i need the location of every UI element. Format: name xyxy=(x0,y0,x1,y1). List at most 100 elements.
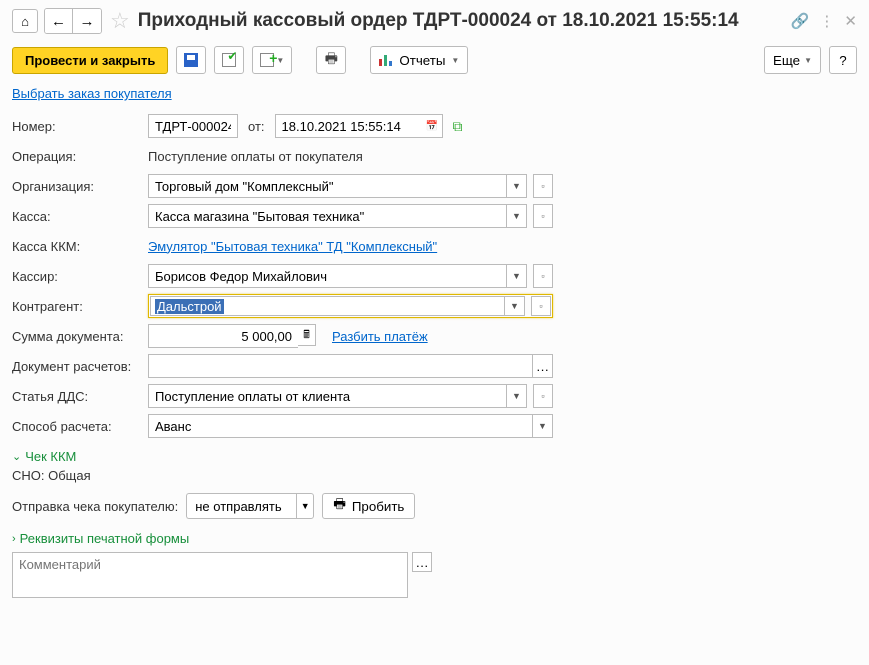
chevron-down-icon: ▼ xyxy=(512,391,521,401)
chevron-right-icon: › xyxy=(12,533,16,545)
cashbox-input[interactable] xyxy=(148,204,507,228)
organization-input[interactable] xyxy=(148,174,507,198)
split-payment-link[interactable]: Разбить платёж xyxy=(332,329,428,344)
kkm-link[interactable]: Эмулятор "Бытовая техника" ТД "Комплексн… xyxy=(148,239,437,254)
send-check-label: Отправка чека покупателю: xyxy=(12,499,178,514)
calendar-icon: 📅 xyxy=(426,121,438,132)
chart-icon xyxy=(379,54,393,66)
post-icon xyxy=(222,53,236,67)
chevron-down-icon: ▼ xyxy=(538,421,547,431)
number-input[interactable] xyxy=(148,114,238,138)
post-button[interactable] xyxy=(214,46,244,74)
chevron-down-icon: ▼ xyxy=(276,56,284,65)
chevron-down-icon: ▼ xyxy=(512,211,521,221)
printer-icon: 🖶 xyxy=(333,495,346,517)
open-icon: ▫ xyxy=(541,211,544,221)
chevron-down-icon: ⌄ xyxy=(12,450,21,463)
cashier-open-button[interactable]: ▫ xyxy=(533,264,553,288)
settlement-label: Документ расчетов: xyxy=(12,359,142,374)
print-requisites-group-toggle[interactable]: › Реквизиты печатной формы xyxy=(12,531,857,546)
link-icon[interactable]: 🔗 xyxy=(791,12,810,30)
sno-label: СНО: xyxy=(12,468,45,483)
more-button[interactable]: Еще ▼ xyxy=(764,46,821,74)
counterparty-dropdown-button[interactable]: ▼ xyxy=(505,296,525,316)
dds-dropdown-button[interactable]: ▼ xyxy=(507,384,527,408)
open-icon: ▫ xyxy=(541,181,544,191)
forward-button[interactable]: → xyxy=(73,9,101,33)
calculator-icon: 🖩 xyxy=(303,326,310,345)
docsum-input[interactable] xyxy=(148,324,298,348)
time-status-icon[interactable]: ⧉ xyxy=(453,118,463,135)
cashier-dropdown-button[interactable]: ▼ xyxy=(507,264,527,288)
chevron-down-icon: ▼ xyxy=(512,271,521,281)
open-icon: ▫ xyxy=(541,271,544,281)
operation-label: Операция: xyxy=(12,149,142,164)
arrow-left-icon: ← xyxy=(51,13,66,30)
counterparty-open-button[interactable]: ▫ xyxy=(531,296,551,316)
print-icon: 🖶 xyxy=(325,48,338,72)
send-check-dropdown[interactable]: ▼ xyxy=(296,493,314,519)
chevron-down-icon: ▼ xyxy=(301,501,310,511)
ellipsis-icon: … xyxy=(536,359,549,374)
ellipsis-icon: … xyxy=(415,555,428,570)
close-icon[interactable]: ✕ xyxy=(844,12,857,30)
chevron-down-icon: ▼ xyxy=(512,181,521,191)
punch-label: Пробить xyxy=(352,499,405,514)
number-label: Номер: xyxy=(12,119,142,134)
kkm-check-header: Чек ККМ xyxy=(25,449,76,464)
save-icon xyxy=(184,53,198,67)
paymethod-dropdown-button[interactable]: ▼ xyxy=(533,414,553,438)
window-title: Приходный кассовый ордер ТДРТ-000024 от … xyxy=(138,10,785,32)
more-label: Еще xyxy=(773,53,800,68)
reports-button[interactable]: Отчеты ▼ xyxy=(370,46,468,74)
save-button[interactable] xyxy=(176,46,206,74)
cashbox-open-button[interactable]: ▫ xyxy=(533,204,553,228)
open-icon: ▫ xyxy=(541,391,544,401)
kkm-cashbox-label: Касса ККМ: xyxy=(12,239,142,254)
punch-button[interactable]: 🖶 Пробить xyxy=(322,493,415,519)
select-buyer-order-link[interactable]: Выбрать заказ покупателя xyxy=(12,86,172,101)
nav-group: ← → xyxy=(44,8,102,34)
open-icon: ▫ xyxy=(539,301,542,311)
dds-open-button[interactable]: ▫ xyxy=(533,384,553,408)
create-based-on-button[interactable]: ▼ xyxy=(252,46,292,74)
home-icon: ⌂ xyxy=(21,14,29,29)
organization-label: Организация: xyxy=(12,179,142,194)
create-based-on-icon xyxy=(260,53,274,67)
chevron-down-icon: ▼ xyxy=(804,56,812,65)
post-and-close-button[interactable]: Провести и закрыть xyxy=(12,47,168,74)
date-picker-button[interactable]: 📅 xyxy=(423,114,443,138)
home-button[interactable]: ⌂ xyxy=(12,9,38,33)
kkm-check-group-toggle[interactable]: ⌄ Чек ККМ xyxy=(12,449,857,464)
date-input[interactable] xyxy=(275,114,423,138)
send-check-select[interactable] xyxy=(186,493,296,519)
organization-open-button[interactable]: ▫ xyxy=(533,174,553,198)
reports-label: Отчеты xyxy=(399,53,445,68)
chevron-down-icon: ▼ xyxy=(451,56,459,65)
help-button[interactable]: ? xyxy=(829,46,857,74)
arrow-right-icon: → xyxy=(80,13,95,30)
dds-label: Статья ДДС: xyxy=(12,389,142,404)
cashier-label: Кассир: xyxy=(12,269,142,284)
dds-input[interactable] xyxy=(148,384,507,408)
settlement-input[interactable] xyxy=(148,354,533,378)
kebab-menu-icon[interactable]: ⋮ xyxy=(819,12,834,30)
counterparty-label: Контрагент: xyxy=(12,299,142,314)
back-button[interactable]: ← xyxy=(45,9,73,33)
cashbox-dropdown-button[interactable]: ▼ xyxy=(507,204,527,228)
paymethod-input[interactable] xyxy=(148,414,533,438)
docsum-calc-button[interactable]: 🖩 xyxy=(298,324,316,346)
counterparty-selected-value: Дальстрой xyxy=(155,299,224,314)
comment-ellipsis-button[interactable]: … xyxy=(412,552,432,572)
docsum-label: Сумма документа: xyxy=(12,329,142,344)
settlement-ellipsis-button[interactable]: … xyxy=(533,354,553,378)
organization-dropdown-button[interactable]: ▼ xyxy=(507,174,527,198)
from-label: от: xyxy=(248,119,265,134)
sno-value: Общая xyxy=(48,468,91,483)
print-button[interactable]: 🖶 xyxy=(316,46,346,74)
cashier-input[interactable] xyxy=(148,264,507,288)
cashbox-label: Касса: xyxy=(12,209,142,224)
comment-textarea[interactable] xyxy=(12,552,408,598)
counterparty-input[interactable]: Дальстрой xyxy=(150,296,505,316)
favorite-star-icon[interactable]: ☆ xyxy=(110,8,130,34)
